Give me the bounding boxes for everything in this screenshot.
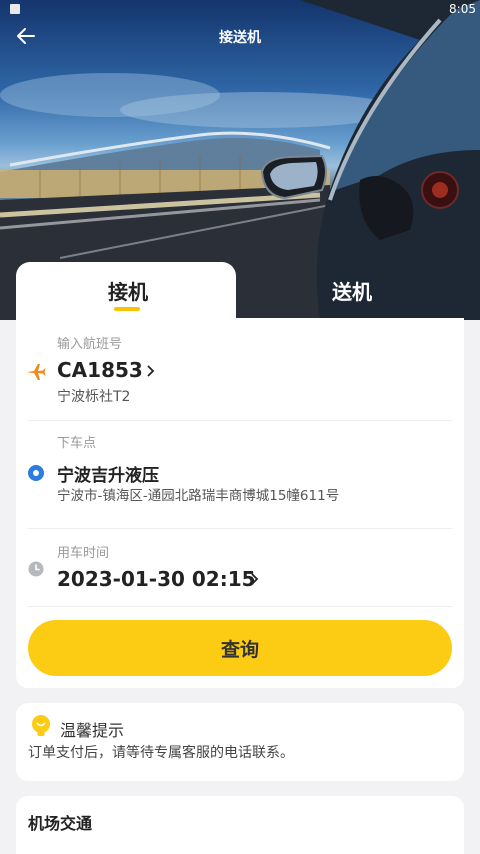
location-dot-icon	[28, 465, 44, 481]
chevron-right-icon[interactable]	[146, 364, 156, 378]
dropoff-field-label: 下车点	[57, 436, 97, 451]
status-time: 8:05	[449, 2, 476, 16]
clock-icon	[28, 561, 44, 577]
divider	[28, 606, 452, 607]
time-field-label: 用车时间	[57, 546, 110, 561]
tab-dropoff[interactable]: 送机	[240, 276, 464, 305]
query-button[interactable]: 查询	[28, 620, 452, 676]
lightbulb-icon	[32, 715, 50, 736]
status-bar: 8:05	[0, 0, 480, 20]
notification-icon	[10, 4, 20, 14]
divider	[28, 420, 452, 421]
flight-airport: 宁波栎社T2	[57, 389, 131, 405]
airport-traffic-title: 机场交通	[28, 814, 93, 833]
dropoff-name[interactable]: 宁波吉升液压	[57, 461, 159, 486]
tip-title: 温馨提示	[60, 721, 125, 740]
chevron-right-icon[interactable]	[250, 572, 260, 586]
flight-number[interactable]: CA1853	[57, 358, 143, 382]
page-title: 接送机	[219, 30, 261, 46]
tab-pickup-label[interactable]: 接机	[16, 276, 240, 305]
plane-icon	[28, 364, 46, 380]
dropoff-address[interactable]: 宁波市-镇海区-通园北路瑞丰商博城15幢611号	[57, 484, 339, 504]
tab-active-indicator	[114, 307, 140, 311]
divider	[28, 528, 452, 529]
pickup-time[interactable]: 2023-01-30 02:15	[57, 567, 256, 591]
tip-text: 订单支付后，请等待专属客服的电话联系。	[28, 745, 294, 761]
flight-field-label: 输入航班号	[57, 337, 123, 352]
